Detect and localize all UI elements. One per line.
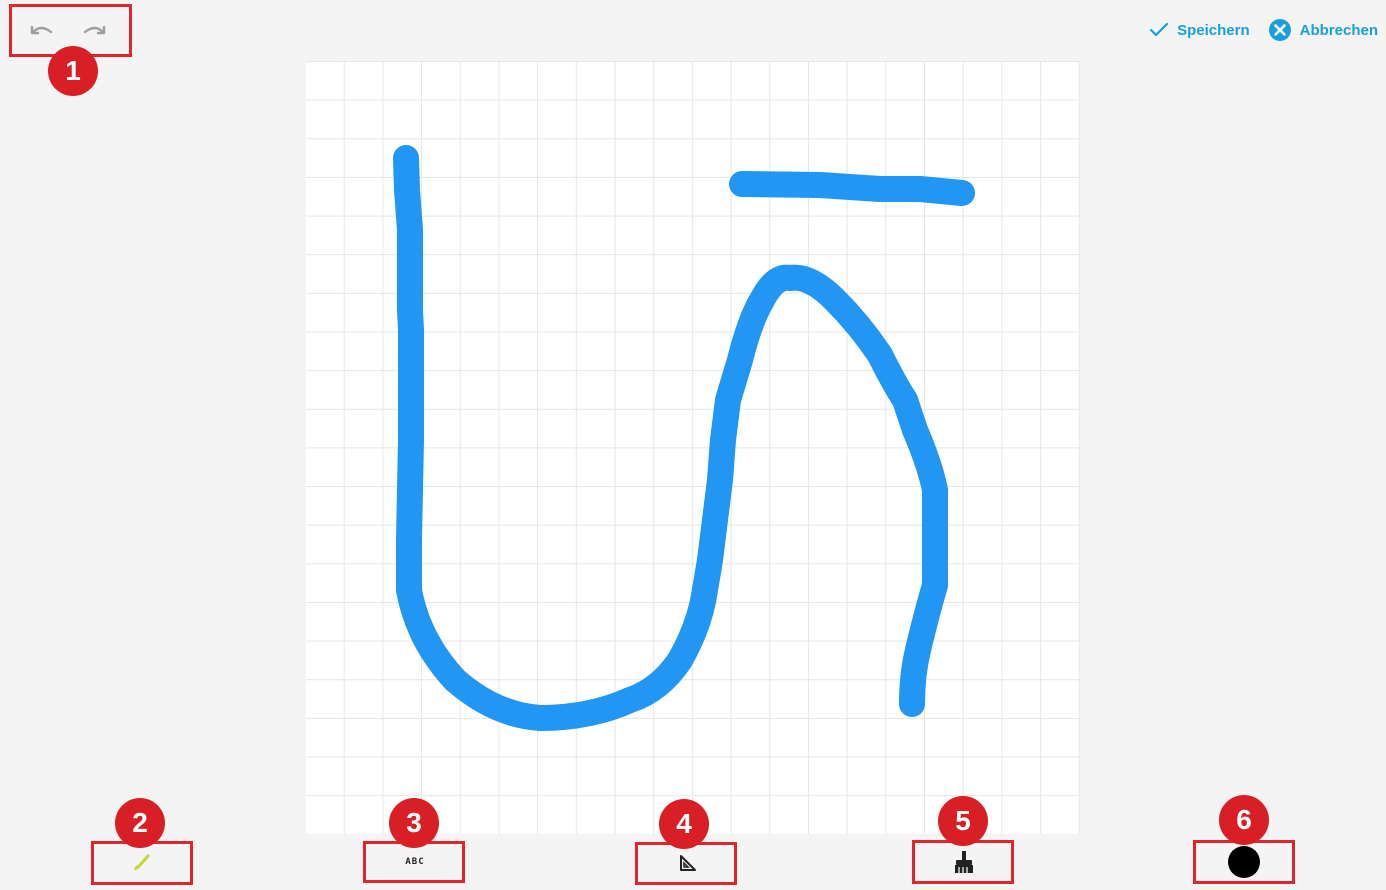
save-button[interactable]: Speichern [1149, 22, 1250, 39]
check-icon [1150, 22, 1169, 37]
text-icon: ABC [405, 857, 425, 867]
color-swatch-icon [1228, 846, 1260, 878]
annotation-badge-5: 5 [938, 796, 988, 846]
redo-icon [83, 26, 106, 35]
annotation-badge-4: 4 [659, 799, 709, 849]
cancel-button[interactable]: Abbrechen [1268, 18, 1378, 42]
undo-icon [30, 26, 53, 35]
brush-tool-button[interactable] [111, 847, 171, 879]
color-picker-button[interactable] [1214, 846, 1274, 878]
save-label: Speichern [1177, 21, 1250, 39]
annotation-badge-2: 2 [115, 798, 165, 848]
set-square-icon [680, 855, 696, 871]
shape-tool-button[interactable] [658, 848, 718, 878]
annotation-badge-6: 6 [1219, 795, 1269, 845]
stroke-u-curve [393, 145, 948, 731]
text-tool-button[interactable]: ABC [385, 847, 445, 877]
annotation-badge-3: 3 [389, 798, 439, 848]
undo-button[interactable] [22, 16, 62, 46]
drawing-strokes [393, 145, 975, 731]
stroke-top-bar [729, 171, 975, 206]
redo-button[interactable] [74, 16, 114, 46]
broom-icon [955, 851, 973, 873]
close-circle-icon [1268, 19, 1291, 41]
header-actions: Speichern Abbrechen [1149, 18, 1378, 42]
annotation-badge-1: 1 [48, 46, 98, 96]
brush-icon [134, 854, 150, 870]
drawing-canvas[interactable] [306, 61, 1080, 834]
cancel-label: Abbrechen [1299, 21, 1378, 39]
clear-tool-button[interactable] [934, 846, 994, 878]
